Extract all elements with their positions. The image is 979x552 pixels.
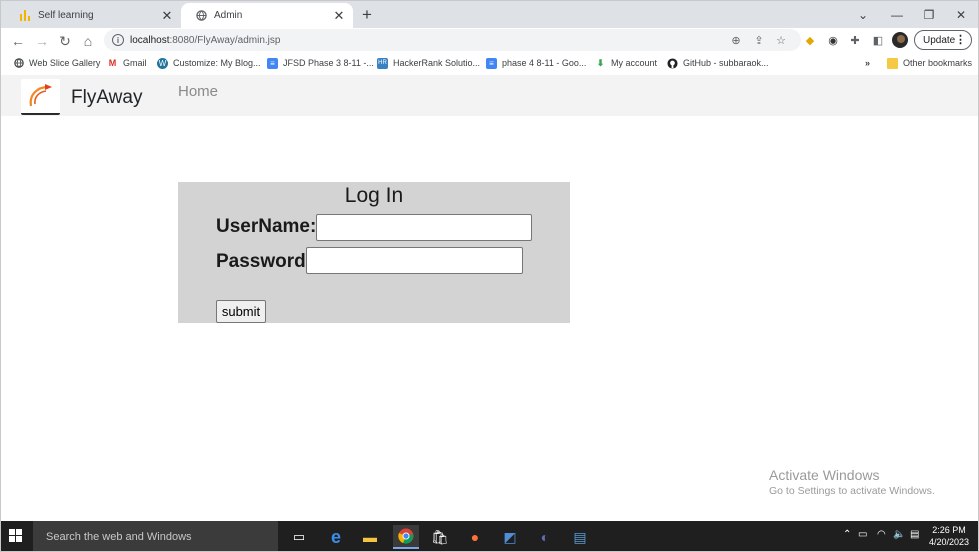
eclipse-icon[interactable]: ◐ [532, 525, 558, 549]
menu-dots-icon: ⋮ [955, 34, 966, 46]
bar-chart-icon [19, 10, 31, 22]
watermark-subtitle: Go to Settings to activate Windows. [769, 485, 935, 497]
chrome-icon[interactable] [393, 525, 419, 549]
bookmark-customize-blog[interactable]: W Customize: My Blog... [157, 56, 261, 70]
bookmark-label: GitHub - subbaraok... [683, 58, 769, 68]
windows-start-icon[interactable] [9, 529, 23, 543]
info-icon[interactable]: i [112, 34, 124, 46]
avatar[interactable] [892, 32, 908, 48]
username-input[interactable] [316, 214, 532, 241]
gmail-icon: M [108, 58, 117, 68]
share-icon[interactable]: ⇪ [751, 32, 767, 48]
close-window-button[interactable]: ✕ [944, 1, 978, 28]
download-icon: ⬇ [596, 57, 605, 68]
new-tab-button[interactable]: + [357, 5, 377, 25]
extension-icon[interactable]: ◆ [802, 32, 818, 48]
extension-icon[interactable]: ◉ [825, 32, 841, 48]
address-bar[interactable]: i localhost:8080/FlyAway/admin.jsp [104, 29, 801, 51]
url-path: :8080/FlyAway/admin.jsp [169, 34, 281, 46]
forward-arrow-icon[interactable]: → [32, 31, 52, 51]
tray-chevron-icon[interactable]: ⌃ [843, 529, 851, 540]
zoom-icon[interactable]: ⊕ [728, 32, 744, 48]
edge-icon[interactable]: e [323, 525, 349, 549]
bookmark-jfsd-phase3[interactable]: ≡ JFSD Phase 3 8-11 -... [267, 56, 374, 70]
other-bookmarks-label: Other bookmarks [903, 58, 973, 68]
reload-icon[interactable]: ↻ [55, 31, 75, 51]
file-explorer-icon[interactable]: ▬ [357, 525, 383, 549]
back-arrow-icon[interactable]: ← [8, 31, 28, 51]
password-input[interactable] [306, 247, 523, 274]
bookmark-phase4[interactable]: ≡ phase 4 8-11 - Goo... [486, 56, 586, 70]
bookmark-label: phase 4 8-11 - Goo... [502, 58, 587, 68]
docs-icon: ≡ [267, 57, 278, 69]
hackerrank-icon: HR [377, 57, 388, 69]
close-icon[interactable]: ✕ [159, 8, 175, 24]
task-view-icon[interactable]: ▭ [286, 525, 312, 549]
vscode-icon[interactable]: ◩ [497, 525, 523, 549]
screen: Self learning ✕ Admin ✕ + ⌄ — ❐ ✕ ← → ↻ … [0, 0, 979, 552]
close-icon[interactable]: ✕ [331, 8, 347, 24]
tab-admin[interactable]: Admin ✕ [181, 3, 353, 28]
bookmark-hackerrank[interactable]: HR HackerRank Solutio... [377, 56, 480, 70]
clock-time: 2:26 PM [932, 525, 966, 535]
volume-icon[interactable]: 🔈 [893, 529, 905, 540]
taskbar-search-input[interactable]: Search the web and Windows [33, 521, 278, 551]
tab-search-icon[interactable]: ⌄ [846, 1, 880, 28]
store-icon[interactable]: 🛍 [427, 525, 453, 549]
bookmark-label: Customize: My Blog... [173, 58, 261, 68]
bookmark-label: JFSD Phase 3 8-11 -... [283, 58, 374, 68]
brand-name[interactable]: FlyAway [71, 87, 142, 109]
login-title: Log In [344, 184, 404, 207]
flyaway-logo[interactable] [21, 79, 60, 115]
bookmark-web-slice-gallery[interactable]: Web Slice Gallery [13, 56, 100, 70]
activate-windows-watermark: Activate Windows Go to Settings to activ… [769, 467, 935, 497]
update-label: Update [923, 34, 956, 46]
home-icon[interactable]: ⌂ [78, 31, 98, 51]
nav-home-link[interactable]: Home [178, 83, 218, 100]
restore-button[interactable]: ❐ [912, 1, 946, 28]
globe-icon [13, 58, 24, 69]
github-icon [667, 57, 678, 69]
globe-icon [195, 10, 207, 22]
star-icon[interactable]: ☆ [773, 32, 789, 48]
bookmark-label: My account [611, 58, 658, 68]
puzzle-icon[interactable]: ✚ [847, 32, 863, 48]
taskbar-clock[interactable]: 2:26 PM 4/20/2023 [929, 524, 969, 548]
bookmarks-overflow-button[interactable]: » [865, 56, 870, 70]
tab-strip: Self learning ✕ Admin ✕ + ⌄ — ❐ ✕ [1, 1, 978, 28]
password-label: Password: [216, 251, 313, 272]
bookmark-my-account[interactable]: ⬇ My account [595, 56, 657, 70]
side-panel-icon[interactable]: ◧ [870, 32, 886, 48]
login-form: Log In UserName: Password: submit [178, 182, 570, 323]
tab-title: Admin [214, 10, 243, 21]
tab-self-learning[interactable]: Self learning ✕ [5, 3, 181, 28]
wifi-icon[interactable]: ◠ [877, 529, 886, 540]
bookmarks-bar: Web Slice Gallery M Gmail W Customize: M… [1, 53, 978, 73]
battery-icon[interactable]: ▭ [858, 529, 867, 540]
page-content: FlyAway Home Log In UserName: Password: … [1, 73, 978, 521]
notification-icon[interactable]: ▤ [910, 529, 919, 540]
clock-date: 4/20/2023 [929, 537, 970, 547]
tab-title: Self learning [38, 10, 94, 21]
notepad-icon[interactable]: ▤ [567, 525, 593, 549]
docs-icon: ≡ [486, 57, 497, 69]
submit-button[interactable]: submit [216, 300, 266, 323]
wordpress-icon: W [157, 57, 168, 69]
update-button[interactable]: Update ⋮ [914, 30, 972, 50]
browser-toolbar: ← → ↻ ⌂ i localhost:8080/FlyAway/admin.j… [1, 28, 978, 53]
watermark-title: Activate Windows [769, 467, 880, 483]
url-host: localhost [130, 34, 170, 46]
bookmark-github[interactable]: GitHub - subbaraok... [667, 56, 769, 70]
minimize-button[interactable]: — [880, 1, 914, 28]
folder-icon [887, 57, 898, 69]
bookmark-label: Web Slice Gallery [29, 58, 101, 68]
username-label: UserName: [216, 216, 317, 237]
bookmark-label: Gmail [123, 58, 147, 68]
other-bookmarks[interactable]: Other bookmarks [887, 56, 972, 70]
bookmark-label: HackerRank Solutio... [393, 58, 481, 68]
site-navbar: FlyAway Home [1, 75, 978, 116]
firefox-icon[interactable]: ● [462, 525, 488, 549]
bookmark-gmail[interactable]: M Gmail [107, 56, 147, 70]
windows-taskbar: Search the web and Windows ▭ e ▬ 🛍 ● ◩ ◐… [1, 521, 978, 551]
